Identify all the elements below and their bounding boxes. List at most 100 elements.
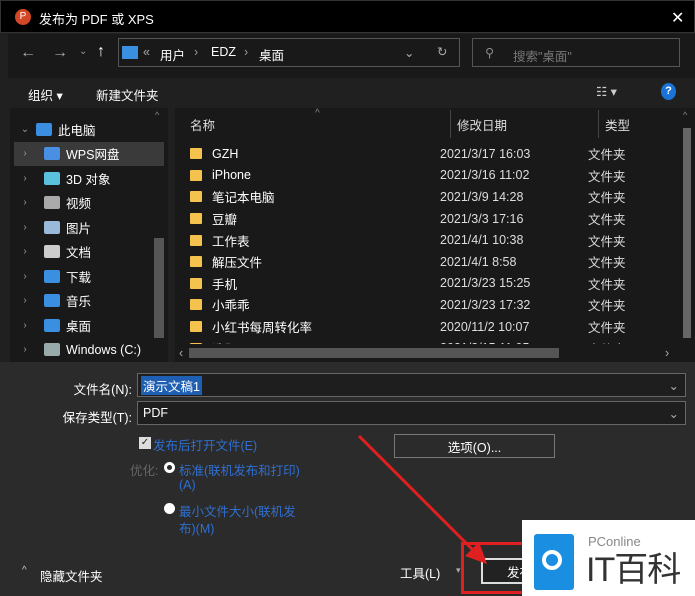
- item-icon: [36, 122, 52, 136]
- open-after-label[interactable]: 发布后打开文件(E): [153, 435, 257, 454]
- filename-input[interactable]: 演示文稿1 ⌄: [137, 373, 686, 397]
- chevron-right-icon[interactable]: ›: [14, 148, 36, 159]
- file-name: 豆瓣: [212, 213, 238, 228]
- help-button[interactable]: ?: [661, 83, 676, 100]
- file-row[interactable]: 笔记本电脑 2021/3/9 14:28 文件夹: [190, 186, 680, 208]
- file-row[interactable]: 解压文件 2021/4/1 8:58 文件夹: [190, 251, 680, 273]
- vertical-scrollbar[interactable]: ^: [680, 108, 694, 344]
- breadcrumb-users[interactable]: 用户: [160, 45, 185, 64]
- file-date: 2021/3/23 15:25: [440, 276, 531, 291]
- standard-radio[interactable]: [164, 462, 175, 473]
- folder-icon: [190, 191, 202, 203]
- column-name[interactable]: 名称: [175, 110, 451, 138]
- open-after-checkbox[interactable]: ✓: [139, 437, 151, 449]
- item-icon: [44, 245, 60, 258]
- file-type: 文件夹: [588, 234, 626, 249]
- address-dropdown-icon[interactable]: ⌄: [404, 45, 414, 60]
- horizontal-scrollbar[interactable]: ‹ ›: [175, 344, 695, 362]
- collapse-icon[interactable]: ^: [22, 565, 27, 576]
- file-name: 笔记本电脑: [212, 191, 275, 206]
- file-row[interactable]: 小红书每周转化率 2020/11/2 10:07 文件夹: [190, 316, 680, 338]
- new-folder-button[interactable]: 新建文件夹: [96, 85, 159, 104]
- file-type: 文件夹: [588, 213, 626, 228]
- folder-icon: [190, 148, 202, 160]
- file-name: 手机: [212, 277, 238, 292]
- breadcrumb-overflow[interactable]: «: [143, 45, 150, 59]
- folder-icon: [190, 277, 202, 289]
- sidebar-item[interactable]: › 图片: [14, 215, 164, 239]
- file-row[interactable]: 小乖乖 2021/3/23 17:32 文件夹: [190, 294, 680, 316]
- file-date: 2021/3/3 17:16: [440, 211, 524, 226]
- sidebar-item[interactable]: › 音乐: [14, 289, 164, 313]
- filetype-label: 保存类型(T):: [62, 411, 132, 425]
- column-name-label: 名称: [190, 118, 216, 133]
- sidebar-item[interactable]: › 文档: [14, 240, 164, 264]
- file-row[interactable]: iPhone 2021/3/16 11:02 文件夹: [190, 165, 680, 187]
- chevron-right-icon[interactable]: ›: [14, 295, 36, 306]
- file-row[interactable]: GZH 2021/3/17 16:03 文件夹: [190, 143, 680, 165]
- sidebar-item[interactable]: › 桌面: [14, 313, 164, 337]
- minimum-size-radio[interactable]: [164, 503, 175, 514]
- file-name: GZH: [212, 146, 239, 161]
- powerpoint-icon: P: [15, 9, 31, 25]
- chevron-right-icon[interactable]: ›: [14, 197, 36, 208]
- chevron-down-icon[interactable]: ⌄: [14, 124, 36, 135]
- view-options-icon[interactable]: ☷ ▾: [596, 84, 617, 99]
- breadcrumb-desktop[interactable]: 桌面: [259, 45, 284, 64]
- sidebar-item-label: 此电脑: [58, 123, 96, 138]
- filename-label: 文件名(N):: [73, 383, 132, 397]
- file-row[interactable]: 手机 2021/3/23 15:25 文件夹: [190, 273, 680, 295]
- forward-button[interactable]: →: [52, 44, 68, 62]
- hide-folders-button[interactable]: 隐藏文件夹: [40, 566, 103, 585]
- file-row[interactable]: 豆瓣 2021/3/3 17:16 文件夹: [190, 208, 680, 230]
- folder-icon: [190, 299, 202, 311]
- refresh-icon[interactable]: ↻: [437, 44, 447, 59]
- chevron-right-icon[interactable]: ›: [14, 320, 36, 331]
- file-type: 文件夹: [588, 256, 626, 271]
- sidebar-item-label: 视频: [66, 197, 92, 211]
- column-date[interactable]: 修改日期: [451, 110, 599, 138]
- chevron-right-icon[interactable]: ›: [14, 344, 36, 355]
- item-icon: [44, 196, 60, 209]
- sidebar-item[interactable]: ⌄ 此电脑: [14, 117, 164, 141]
- breadcrumb-edz[interactable]: EDZ: [211, 45, 236, 59]
- chevron-right-icon[interactable]: ›: [14, 271, 36, 282]
- file-date: 2021/3/16 11:02: [440, 168, 530, 183]
- standard-option-key: (A): [179, 478, 196, 492]
- sidebar-item[interactable]: › WPS网盘: [14, 141, 164, 166]
- sidebar-item[interactable]: › 3D 对象: [14, 166, 164, 190]
- sidebar-item[interactable]: › Windows (C:): [14, 338, 164, 362]
- sidebar-item[interactable]: › 下载: [14, 264, 164, 288]
- folder-icon: [190, 234, 202, 246]
- file-type: 文件夹: [588, 277, 626, 292]
- chevron-down-icon: ⌄: [668, 407, 679, 421]
- up-button[interactable]: ↑: [97, 43, 105, 61]
- chevron-right-icon[interactable]: ›: [14, 173, 36, 184]
- recent-dropdown-icon[interactable]: ⌄: [79, 46, 87, 57]
- back-button[interactable]: ←: [20, 44, 36, 62]
- watermark-brand: PConline: [588, 534, 641, 549]
- chevron-right-icon[interactable]: ›: [14, 222, 36, 233]
- standard-option-label[interactable]: 标准(联机发布和打印): [179, 460, 300, 479]
- chevron-down-icon: ⌄: [668, 379, 679, 393]
- file-list: ^ 名称 修改日期 类型 GZH 2021/3/17 16:03 文件夹 iPhone…: [175, 108, 695, 362]
- column-date-label: 修改日期: [457, 118, 508, 133]
- organize-button[interactable]: 组织 ▾: [28, 85, 63, 104]
- address-bar[interactable]: « 用户 › EDZ › 桌面 ⌄ ↻: [118, 38, 460, 67]
- item-icon: [44, 294, 60, 307]
- separator: ›: [194, 45, 199, 59]
- file-date: 2020/11/2 10:07: [440, 319, 530, 334]
- red-arrow: [357, 434, 487, 564]
- search-input[interactable]: ⚲ 搜索"桌面": [472, 38, 680, 67]
- close-button[interactable]: ✕: [671, 8, 684, 28]
- search-icon: ⚲: [485, 46, 495, 60]
- file-name: 小红书每周转化率: [212, 321, 313, 336]
- file-row[interactable]: 工作表 2021/4/1 10:38 文件夹: [190, 229, 680, 251]
- file-type: 文件夹: [588, 169, 626, 184]
- chevron-right-icon[interactable]: ›: [14, 246, 36, 257]
- sidebar-item[interactable]: › 视频: [14, 191, 164, 215]
- sidebar-item-label: 3D 对象: [66, 172, 111, 187]
- file-type: 文件夹: [588, 321, 626, 336]
- filetype-select[interactable]: PDF ⌄: [137, 401, 686, 425]
- column-type[interactable]: 类型: [599, 110, 679, 138]
